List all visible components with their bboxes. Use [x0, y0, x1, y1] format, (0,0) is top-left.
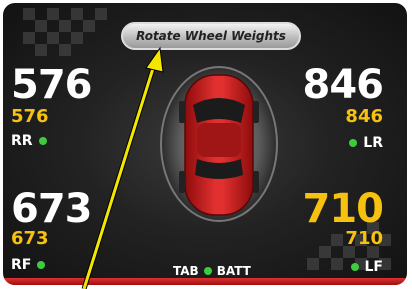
- yellow-arrow-annotation: [81, 46, 164, 289]
